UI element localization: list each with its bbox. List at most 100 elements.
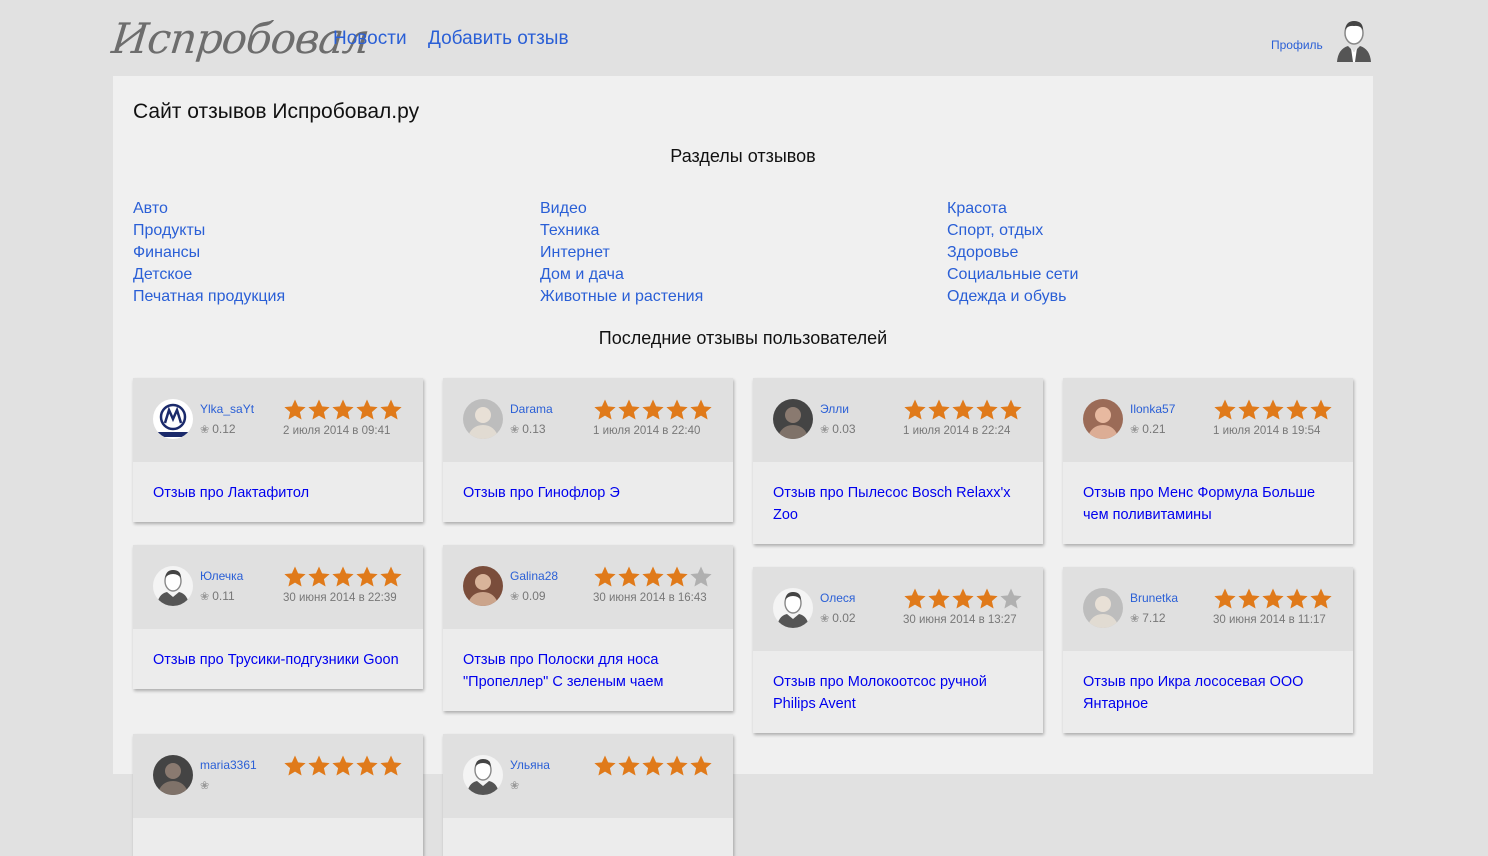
- review-card[interactable]: Ульяна ❀: [443, 734, 733, 856]
- star-icon: [1214, 588, 1236, 609]
- medal-icon: ❀: [200, 780, 210, 792]
- category-link[interactable]: Спорт, отдых: [947, 220, 1327, 242]
- star-icon: [618, 399, 640, 420]
- category-link[interactable]: Животные и растения: [540, 286, 920, 308]
- star-icon: [380, 566, 402, 587]
- user-avatar-icon[interactable]: [773, 588, 813, 628]
- star-icon: [356, 566, 378, 587]
- review-card[interactable]: Элли ❀ 0.03 1 июля 2014 в 22:24 Отзыв про Пы…: [753, 378, 1043, 544]
- star-icon: [1310, 588, 1332, 609]
- review-card[interactable]: Ylka_saYt ❀ 0.12 2 июля 2014 в 09:41 Отзыв п…: [133, 378, 423, 522]
- star-icon: [690, 566, 712, 587]
- category-link[interactable]: Продукты: [133, 220, 513, 242]
- review-author-link[interactable]: Ilonka57: [1130, 402, 1175, 416]
- review-author-link[interactable]: Darama: [510, 402, 553, 416]
- author-rating: ❀ 0.21: [1130, 422, 1166, 436]
- review-title-link[interactable]: Отзыв про Лактафитол: [153, 485, 309, 501]
- star-rating: [903, 585, 1023, 613]
- review-card-body: Отзыв про Гинофлор Э: [443, 462, 733, 522]
- review-card-header: Galina28 ❀ 0.09 30 июня 2014 в 16:43: [443, 545, 733, 629]
- user-avatar-icon[interactable]: [1083, 399, 1123, 439]
- category-link[interactable]: Финансы: [133, 242, 513, 264]
- review-author-link[interactable]: Олеся: [820, 591, 855, 605]
- review-title-link[interactable]: Отзыв про Молокоотсос ручной Philips Ave…: [773, 674, 987, 712]
- review-card[interactable]: Darama ❀ 0.13 1 июля 2014 в 22:40 Отзыв про …: [443, 378, 733, 522]
- review-card[interactable]: Galina28 ❀ 0.09 30 июня 2014 в 16:43 Отзыв п…: [443, 545, 733, 711]
- category-link[interactable]: Детское: [133, 264, 513, 286]
- profile-avatar-icon[interactable]: [1334, 18, 1374, 62]
- category-link[interactable]: Красота: [947, 198, 1327, 220]
- star-icon: [952, 399, 974, 420]
- star-icon: [1214, 399, 1236, 420]
- review-author-link[interactable]: Ульяна: [510, 758, 550, 772]
- star-rating: [283, 396, 403, 424]
- star-icon: [666, 399, 688, 420]
- star-icon: [380, 755, 402, 776]
- user-avatar-icon[interactable]: [1083, 588, 1123, 628]
- user-avatar-icon[interactable]: [153, 399, 193, 439]
- review-card[interactable]: Ilonka57 ❀ 0.21 1 июля 2014 в 19:54 Отзыв пр…: [1063, 378, 1353, 544]
- medal-icon: ❀: [200, 591, 210, 603]
- category-link[interactable]: Дом и дача: [540, 264, 920, 286]
- review-author-link[interactable]: Brunetka: [1130, 591, 1178, 605]
- category-link[interactable]: Видео: [540, 198, 920, 220]
- star-icon: [308, 755, 330, 776]
- category-link[interactable]: Здоровье: [947, 242, 1327, 264]
- review-card[interactable]: maria3361 ❀: [133, 734, 423, 856]
- review-author-link[interactable]: Ylka_saYt: [200, 402, 254, 416]
- category-link[interactable]: Одежда и обувь: [947, 286, 1327, 308]
- review-author-link[interactable]: Элли: [820, 402, 849, 416]
- star-icon: [284, 566, 306, 587]
- category-column-2: Видео Техника Интернет Дом и дача Животн…: [540, 198, 920, 308]
- medal-icon: ❀: [820, 613, 830, 625]
- review-author-link[interactable]: Юлечка: [200, 569, 243, 583]
- medal-icon: ❀: [820, 424, 830, 436]
- review-title-link[interactable]: Отзыв про Полоски для носа "Пропеллер" С…: [463, 652, 664, 690]
- review-author-link[interactable]: Galina28: [510, 569, 558, 583]
- star-icon: [594, 399, 616, 420]
- review-author-link[interactable]: maria3361: [200, 758, 257, 772]
- review-card-body: Отзыв про Икра лососевая ООО Янтарное: [1063, 651, 1353, 733]
- user-avatar-icon[interactable]: [463, 755, 503, 795]
- review-card-header: Юлечка ❀ 0.11 30 июня 2014 в 22:39: [133, 545, 423, 629]
- category-link[interactable]: Авто: [133, 198, 513, 220]
- review-title-link[interactable]: Отзыв про Гинофлор Э: [463, 485, 620, 501]
- review-date: 1 июля 2014 в 19:54: [1213, 425, 1321, 437]
- user-avatar-icon[interactable]: [153, 566, 193, 606]
- star-icon: [690, 399, 712, 420]
- review-title-link[interactable]: Отзыв про Менс Формула Больше чем поливи…: [1083, 485, 1315, 523]
- star-icon: [904, 588, 926, 609]
- user-avatar-icon[interactable]: [463, 566, 503, 606]
- star-rating: [283, 752, 403, 780]
- review-title-link[interactable]: Отзыв про Икра лососевая ООО Янтарное: [1083, 674, 1303, 712]
- review-card-body: Отзыв про Полоски для носа "Пропеллер" С…: [443, 629, 733, 711]
- review-card[interactable]: Юлечка ❀ 0.11 30 июня 2014 в 22:39 Отзыв про…: [133, 545, 423, 689]
- nav-news-link[interactable]: Новости: [333, 28, 407, 50]
- nav-add-review-link[interactable]: Добавить отзыв: [428, 28, 569, 50]
- star-icon: [356, 755, 378, 776]
- site-logo[interactable]: Испробовал: [109, 14, 371, 63]
- author-rating-value: 0.12: [212, 422, 236, 436]
- user-avatar-icon[interactable]: [773, 399, 813, 439]
- review-date: 30 июня 2014 в 13:27: [903, 614, 1017, 626]
- medal-icon: ❀: [1130, 613, 1140, 625]
- category-link[interactable]: Социальные сети: [947, 264, 1327, 286]
- star-rating: [1213, 396, 1333, 424]
- review-title-link[interactable]: Отзыв про Пылесос Bosch Relaxx'x Zoo: [773, 485, 1011, 523]
- user-avatar-icon[interactable]: [463, 399, 503, 439]
- review-card[interactable]: Brunetka ❀ 7.12 30 июня 2014 в 11:17 Отзыв п…: [1063, 567, 1353, 733]
- star-icon: [642, 399, 664, 420]
- category-link[interactable]: Интернет: [540, 242, 920, 264]
- review-card[interactable]: Олеся ❀ 0.02 30 июня 2014 в 13:27 Отзыв про …: [753, 567, 1043, 733]
- reviews-title: Последние отзывы пользователей: [598, 328, 888, 348]
- review-title-link[interactable]: Отзыв про Трусики-подгузники Goon: [153, 652, 399, 668]
- review-date: 30 июня 2014 в 16:43: [593, 592, 707, 604]
- author-rating: ❀ 0.12: [200, 422, 236, 436]
- review-date: 1 июля 2014 в 22:40: [593, 425, 701, 437]
- category-link[interactable]: Техника: [540, 220, 920, 242]
- profile-link[interactable]: Профиль: [1271, 38, 1323, 52]
- star-icon: [284, 755, 306, 776]
- category-link[interactable]: Печатная продукция: [133, 286, 513, 308]
- user-avatar-icon[interactable]: [153, 755, 193, 795]
- author-rating: ❀ 0.09: [510, 589, 546, 603]
